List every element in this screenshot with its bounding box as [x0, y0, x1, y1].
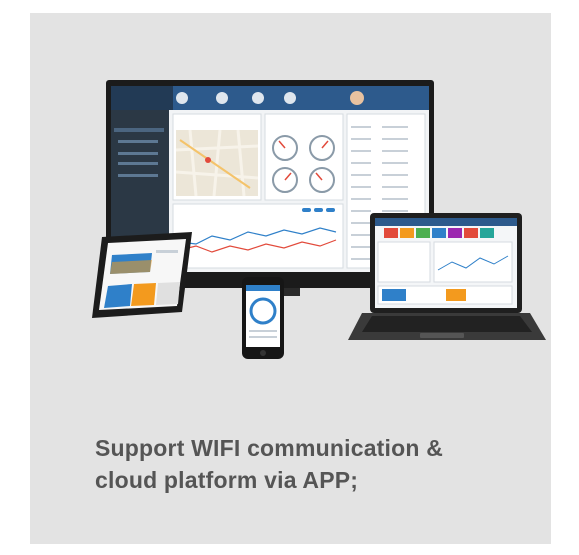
tablet-image: [92, 232, 192, 318]
caption-line-1: Support WIFI communication &: [95, 435, 444, 461]
laptop-image: [348, 213, 546, 340]
phone-image: [242, 277, 284, 359]
feature-caption: Support WIFI communication & cloud platf…: [95, 432, 535, 496]
caption-line-2: cloud platform via APP;: [95, 467, 359, 493]
